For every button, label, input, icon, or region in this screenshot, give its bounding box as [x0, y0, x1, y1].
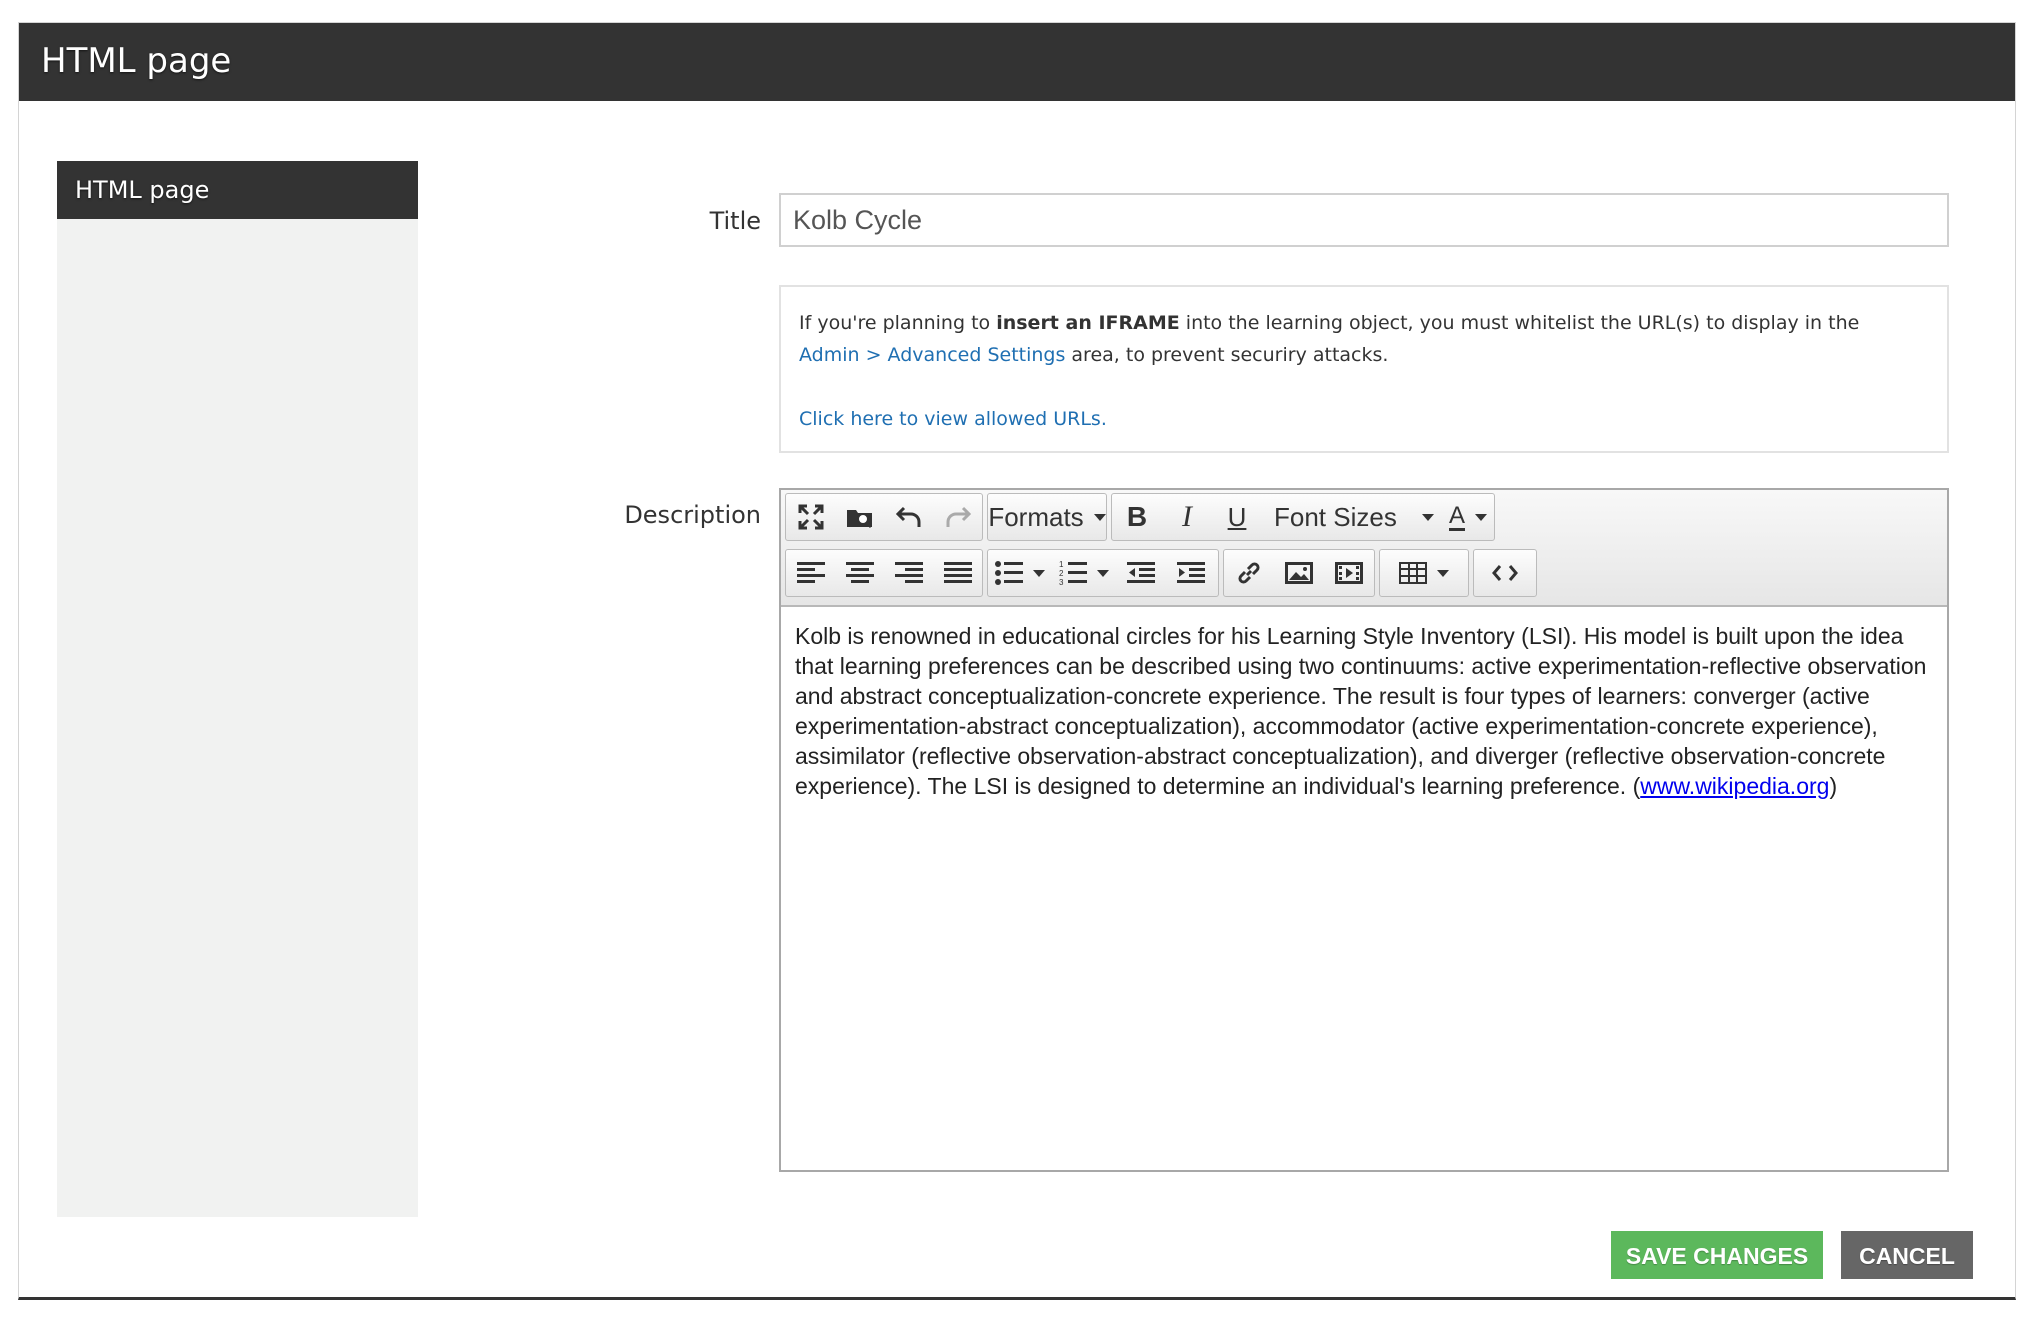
source-code-group: [1473, 549, 1537, 597]
view-allowed-urls-link[interactable]: Click here to view allowed URLs.: [799, 403, 1929, 435]
chevron-down-icon: [1093, 513, 1106, 521]
table-dropdown[interactable]: [1379, 549, 1469, 597]
save-changes-button[interactable]: SAVE CHANGES: [1611, 1231, 1823, 1279]
svg-text:3: 3: [1059, 578, 1064, 586]
fullscreen-icon[interactable]: [786, 494, 835, 540]
bullet-list-icon[interactable]: [988, 550, 1052, 596]
sidebar-item-html-page[interactable]: HTML page: [57, 161, 418, 219]
info-line-1: If you're planning to insert an IFRAME i…: [799, 307, 1929, 339]
toolbar-group-lists: 123: [987, 549, 1219, 597]
source-code-icon[interactable]: [1474, 550, 1536, 596]
description-label: Description: [624, 501, 761, 529]
outdent-icon[interactable]: [1116, 550, 1166, 596]
modal-title: HTML page: [41, 41, 232, 81]
font-sizes-dropdown[interactable]: Font Sizes: [1262, 494, 1442, 540]
info-line-2: Admin > Advanced Settings area, to preve…: [799, 339, 1929, 371]
editor-toolbar: Formats B I U Font Sizes A 1 2 3: [781, 490, 1947, 607]
sidebar: HTML page: [57, 161, 418, 1217]
info-text-after: into the learning object, you must white…: [1179, 312, 1860, 334]
svg-text:2: 2: [1059, 569, 1064, 578]
image-icon[interactable]: [1274, 550, 1324, 596]
editor-content-area[interactable]: Kolb is renowned in educational circles …: [781, 605, 1947, 1170]
svg-text:1: 1: [1059, 560, 1064, 569]
toolbar-group-align: [785, 549, 983, 597]
align-right-icon[interactable]: [884, 550, 933, 596]
undo-icon[interactable]: [884, 494, 933, 540]
bold-icon[interactable]: B: [1112, 494, 1162, 540]
numbered-list-icon[interactable]: 123: [1052, 550, 1116, 596]
text-color-dropdown[interactable]: A: [1442, 494, 1494, 540]
editor-text-end: ): [1829, 773, 1838, 799]
formats-label: Formats: [988, 501, 1084, 532]
redo-icon[interactable]: [933, 494, 982, 540]
chevron-down-icon: [1422, 513, 1434, 521]
table-icon[interactable]: [1380, 550, 1468, 596]
align-left-icon[interactable]: [786, 550, 835, 596]
underline-icon[interactable]: U: [1212, 494, 1262, 540]
info-text-end: area, to prevent securiry attacks.: [1065, 344, 1389, 366]
chevron-down-icon: [1475, 513, 1487, 521]
cancel-button[interactable]: CANCEL: [1841, 1231, 1973, 1279]
admin-advanced-settings-link[interactable]: Admin > Advanced Settings: [799, 344, 1065, 366]
rich-text-editor: Formats B I U Font Sizes A 1 2 3 Kolb is…: [779, 488, 1949, 1172]
chevron-down-icon: [1033, 569, 1045, 577]
modal-dialog: HTML page HTML page Title If you're plan…: [18, 22, 2016, 1300]
media-icon[interactable]: [1324, 550, 1374, 596]
info-text-bold: insert an IFRAME: [996, 312, 1180, 334]
formats-button[interactable]: Formats: [988, 494, 1106, 540]
text-color-icon: A: [1448, 501, 1465, 531]
info-text-before: If you're planning to: [799, 312, 997, 334]
iframe-info-box: If you're planning to insert an IFRAME i…: [779, 285, 1949, 453]
align-justify-icon[interactable]: [933, 550, 982, 596]
title-label: Title: [709, 207, 761, 235]
toolbar-group-insert: [1223, 549, 1375, 597]
formats-dropdown[interactable]: Formats: [987, 493, 1107, 541]
wikipedia-link[interactable]: www.wikipedia.org: [1640, 773, 1829, 799]
title-input[interactable]: [779, 193, 1949, 247]
toolbar-group-text: B I U Font Sizes A: [1111, 493, 1495, 541]
chevron-down-icon: [1097, 569, 1109, 577]
link-icon[interactable]: [1224, 550, 1274, 596]
italic-icon[interactable]: I: [1162, 494, 1212, 540]
modal-header: HTML page: [19, 23, 2015, 101]
chevron-down-icon: [1437, 569, 1449, 577]
align-center-icon[interactable]: [835, 550, 884, 596]
font-sizes-label: Font Sizes: [1274, 501, 1397, 532]
toolbar-group-history: [785, 493, 983, 541]
indent-icon[interactable]: [1166, 550, 1216, 596]
find-in-folder-icon[interactable]: [835, 494, 884, 540]
